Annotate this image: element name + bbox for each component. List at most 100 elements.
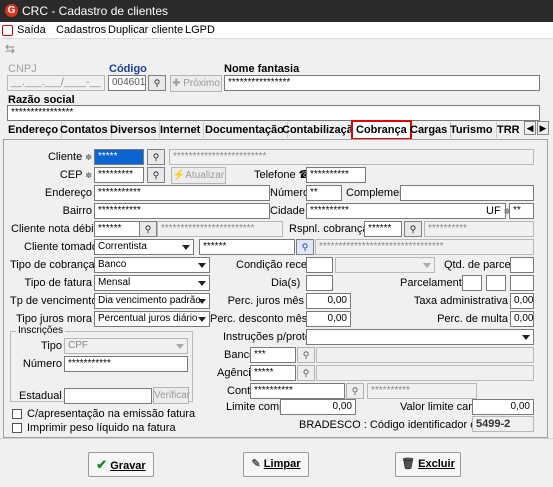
- inscricao-numero-field[interactable]: ***********: [64, 356, 188, 372]
- binoculars-icon[interactable]: ⚲: [147, 149, 165, 165]
- binoculars-icon[interactable]: ⚲: [297, 347, 315, 363]
- perc-desconto-label: Perc. desconto mês: [210, 313, 308, 325]
- apresentacao-label: C/apresentação na emissão fatura: [27, 408, 196, 420]
- menu-lgpd[interactable]: LGPD: [185, 24, 215, 36]
- perc-multa-field[interactable]: 0,00: [510, 311, 534, 327]
- parcelamento-field-1[interactable]: [462, 275, 482, 291]
- cidade-field[interactable]: **********: [306, 203, 506, 219]
- inscricoes-group-title: Inscrições: [16, 325, 66, 336]
- cliente-tomador-type-select[interactable]: Correntista: [94, 239, 194, 255]
- uf-label: UF ✽: [486, 204, 510, 219]
- plus-icon: ✚: [172, 78, 184, 89]
- menu-cadastros[interactable]: Cadastros: [56, 24, 106, 36]
- tab-diversos[interactable]: Diversos: [107, 122, 161, 138]
- inscricao-estadual-field[interactable]: [64, 388, 152, 404]
- tab-turismo[interactable]: Turismo: [447, 122, 497, 138]
- tab-endereco[interactable]: Endereço: [5, 122, 63, 138]
- tab-documentacao[interactable]: Documentação: [202, 122, 288, 138]
- tipo-cobranca-select[interactable]: Banco: [94, 257, 210, 273]
- rspnl-cobranca-field[interactable]: ******: [364, 221, 402, 237]
- tab-trr[interactable]: TRR: [494, 122, 523, 138]
- arrows-icon[interactable]: ⇆: [5, 42, 15, 56]
- tab-cargas[interactable]: Cargas: [407, 122, 452, 138]
- tab-scroll-right-icon[interactable]: ▶: [537, 121, 549, 135]
- verificar-button[interactable]: Verificar: [153, 387, 190, 404]
- menu-duplicar-cliente[interactable]: Duplicar cliente: [108, 24, 183, 36]
- uf-field[interactable]: **: [509, 203, 534, 219]
- parcelamento-field-2[interactable]: [486, 275, 506, 291]
- tipo-fatura-select[interactable]: Mensal: [94, 275, 210, 291]
- binoculars-icon[interactable]: ⚲: [297, 365, 315, 381]
- inscricao-tipo-select[interactable]: CPF: [64, 338, 188, 354]
- conta-field[interactable]: **********: [250, 383, 345, 399]
- eraser-icon: ✎: [251, 458, 261, 470]
- binoculars-icon[interactable]: ⚲: [148, 75, 166, 91]
- perc-desconto-field[interactable]: 0,00: [306, 311, 351, 327]
- menu-saida[interactable]: Saída: [17, 24, 46, 36]
- atualizar-button[interactable]: ⚡Atualizar: [171, 167, 226, 184]
- cliente-name-field: ************************: [169, 149, 534, 165]
- peso-liquido-checkbox[interactable]: [12, 423, 22, 433]
- apresentacao-checkbox[interactable]: [12, 409, 22, 419]
- taxa-adm-field[interactable]: 0,00: [510, 293, 534, 309]
- cliente-code-field[interactable]: *****: [94, 149, 144, 165]
- endereco-field[interactable]: ***********: [94, 185, 270, 201]
- gravar-label: Gravar: [110, 460, 146, 472]
- valor-limite-cargas-field[interactable]: 0,00: [472, 399, 534, 415]
- codigo-field[interactable]: 004601: [108, 75, 146, 91]
- cliente-nota-debito-field[interactable]: ******: [94, 221, 144, 237]
- binoculars-icon[interactable]: ⚲: [346, 383, 364, 399]
- trash-icon: 🗑: [401, 458, 416, 470]
- binoculars-icon[interactable]: ⚲: [147, 167, 165, 183]
- tipo-cobranca-label: Tipo de cobrança: [10, 259, 95, 271]
- instrucoes-select[interactable]: [306, 329, 534, 345]
- qtd-parcelas-field[interactable]: [510, 257, 534, 273]
- limpar-button[interactable]: ✎ Limpar: [243, 452, 309, 477]
- tab-cobranca[interactable]: Cobrança: [351, 120, 412, 140]
- atualizar-label: Atualizar: [185, 170, 225, 181]
- gravar-button[interactable]: ✔ Gravar: [88, 452, 154, 477]
- cliente-nota-debito-name: ************************: [157, 221, 283, 237]
- codigo-label: Código: [109, 63, 147, 75]
- condicao-recebto-select[interactable]: [335, 257, 435, 273]
- perc-juros-field[interactable]: 0,00: [306, 293, 351, 309]
- dias-field[interactable]: [306, 275, 333, 291]
- telefone-field[interactable]: **********: [306, 167, 366, 183]
- binoculars-icon[interactable]: ⚲: [404, 221, 422, 237]
- peso-liquido-label: Imprimir peso líquido na fatura: [27, 422, 176, 434]
- tp-vencimento-select[interactable]: Dia vencimento padrão: [94, 293, 210, 309]
- numero-field[interactable]: **: [306, 185, 342, 201]
- condicao-recebto-code[interactable]: [306, 257, 333, 273]
- menu-bar: Saída Cadastros Duplicar cliente LGPD: [0, 22, 553, 39]
- cliente-nota-debito-label-text: Cliente nota débito: [11, 223, 103, 235]
- tab-internet[interactable]: Internet: [157, 122, 205, 138]
- agencia-field[interactable]: *****: [250, 365, 296, 381]
- razao-social-field[interactable]: ****************: [7, 105, 540, 121]
- tipo-juros-mora-select[interactable]: Percentual juros diário: [94, 311, 210, 327]
- nome-fantasia-field[interactable]: ****************: [224, 75, 540, 91]
- bradesco-code-field: 5499-2: [472, 416, 534, 432]
- app-logo-icon: G: [5, 4, 18, 17]
- cliente-label-text: Cliente: [47, 151, 83, 163]
- bairro-field[interactable]: ***********: [94, 203, 270, 219]
- limpar-label: Limpar: [263, 458, 301, 470]
- tab-scroll-left-icon[interactable]: ◀: [524, 121, 536, 135]
- check-icon: ✔: [96, 457, 108, 472]
- binoculars-icon[interactable]: ⚲: [296, 239, 314, 255]
- tab-bar: Endereço Contatos Diversos Internet Docu…: [3, 120, 551, 140]
- cnpj-field[interactable]: __.___.___/____-__: [7, 75, 105, 91]
- binoculars-icon[interactable]: ⚲: [139, 221, 157, 237]
- excluir-button[interactable]: 🗑 Excluir: [395, 452, 461, 477]
- proximo-button[interactable]: ✚ Próximo: [170, 75, 222, 92]
- conta-name: **********: [367, 383, 477, 399]
- parcelamento-field-3[interactable]: [510, 275, 534, 291]
- cep-field[interactable]: *********: [94, 167, 144, 183]
- tab-contatos[interactable]: Contatos: [57, 122, 112, 138]
- cliente-tomador-code-field[interactable]: ******: [199, 239, 295, 255]
- endereco-label: Endereço: [44, 187, 92, 199]
- inscricao-numero-label: Número: [22, 358, 62, 370]
- proximo-label: Próximo: [183, 78, 220, 89]
- complemento-field[interactable]: [400, 185, 534, 201]
- limite-compra-field[interactable]: 0,00: [280, 399, 356, 415]
- banco-field[interactable]: ***: [250, 347, 296, 363]
